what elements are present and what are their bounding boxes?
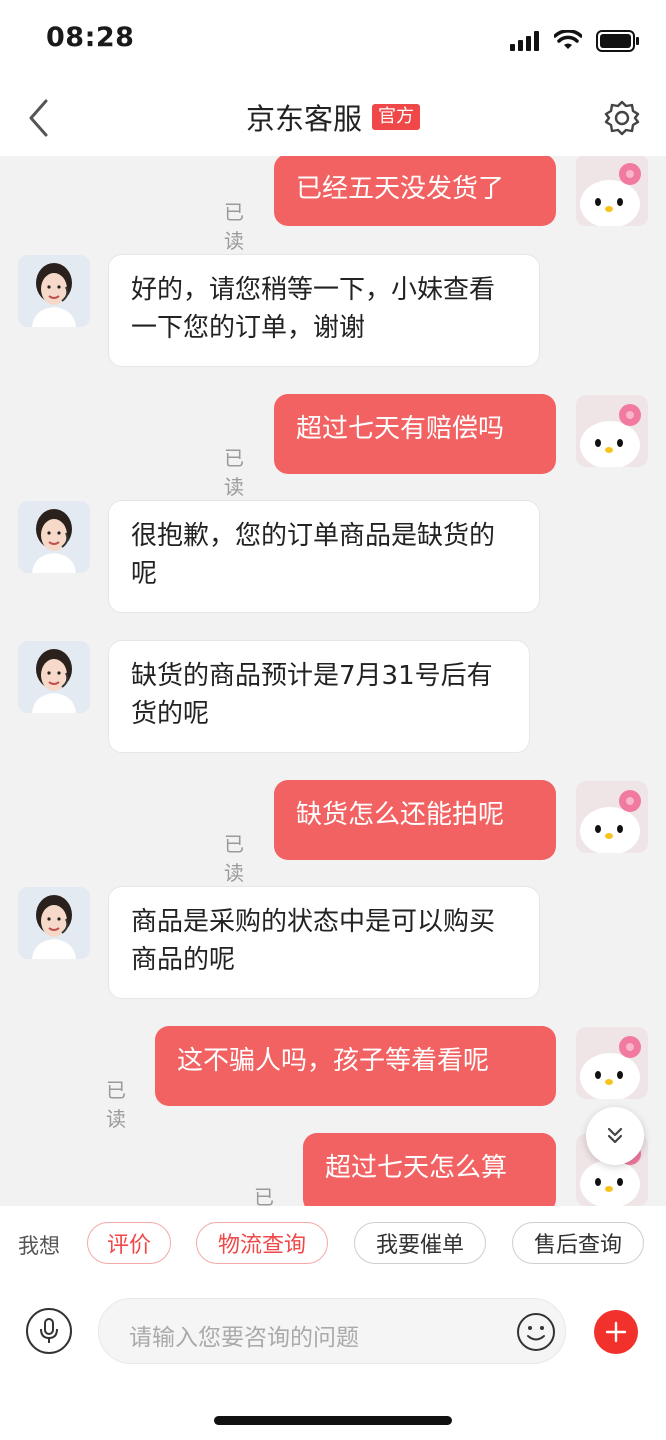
page-title: 京东客服 [245, 102, 362, 136]
quick-actions-bar: 我想 评价 物流查询 我要催单 售后查询 [0, 1206, 666, 1282]
home-indicator[interactable] [214, 1416, 452, 1425]
read-status: 已读 [106, 1078, 126, 1131]
agent-avatar[interactable] [18, 255, 90, 327]
read-status: 已读 [224, 200, 244, 253]
message-bubble[interactable]: 超过七天怎么算 [303, 1133, 556, 1206]
cellular-signal-icon [510, 31, 539, 51]
agent-avatar-icon [18, 887, 90, 959]
hello-kitty-avatar-icon [576, 395, 648, 467]
message-text: 好的，请您稍等一下，小妹查看一下您的订单，谢谢 [131, 275, 496, 343]
chip-after-sales-query[interactable]: 售后查询 [512, 1222, 644, 1264]
chip-label: 我要催单 [375, 1233, 464, 1258]
message-bubble[interactable]: 很抱歉，您的订单商品是缺货的呢 [108, 500, 540, 613]
agent-avatar-icon [18, 641, 90, 713]
plus-icon [605, 1321, 627, 1343]
hello-kitty-avatar-icon [576, 156, 648, 226]
scroll-to-bottom-button[interactable] [586, 1107, 644, 1165]
wifi-icon [554, 30, 582, 49]
message-text: 已经五天没发货了 [296, 174, 505, 204]
message-text: 商品是采购的状态中是可以购买商品的呢 [131, 907, 496, 975]
gear-icon [604, 100, 640, 136]
smiley-icon[interactable] [515, 1311, 557, 1353]
hello-kitty-avatar-icon [576, 1027, 648, 1099]
voice-input-button[interactable] [26, 1308, 72, 1354]
user-avatar[interactable] [576, 1027, 648, 1099]
chip-logistics-query[interactable]: 物流查询 [196, 1222, 328, 1264]
agent-avatar-icon [18, 501, 90, 573]
input-placeholder: 请输入您要咨询的问题 [129, 1325, 359, 1351]
microphone-icon [40, 1318, 58, 1343]
message-bubble[interactable]: 好的，请您稍等一下，小妹查看一下您的订单，谢谢 [108, 254, 540, 367]
read-status: 已读 [254, 1185, 274, 1206]
input-bar: 请输入您要咨询的问题 [0, 1282, 666, 1440]
status-icons [510, 28, 640, 54]
user-avatar[interactable] [576, 395, 648, 467]
message-bubble[interactable]: 商品是采购的状态中是可以购买商品的呢 [108, 886, 540, 999]
message-bubble[interactable]: 超过七天有赔偿吗 [274, 394, 556, 474]
title-group: 京东客服 官方 [0, 96, 666, 138]
chat-area[interactable]: 已经五天没发货了 已读 好的，请您稍等一下，小妹查看一下您的订单，谢谢 超过七天… [0, 156, 666, 1206]
message-bubble[interactable]: 已经五天没发货了 [274, 156, 556, 226]
read-status: 已读 [224, 832, 244, 885]
quick-actions-prefix: 我想 [18, 1234, 60, 1258]
chip-label: 评价 [106, 1233, 151, 1258]
more-actions-button[interactable] [594, 1310, 638, 1354]
agent-avatar[interactable] [18, 641, 90, 713]
nav-bar: 京东客服 官方 [0, 80, 666, 156]
battery-icon [596, 30, 639, 52]
chip-label: 物流查询 [217, 1233, 306, 1258]
user-avatar[interactable] [576, 156, 648, 226]
message-text: 超过七天怎么算 [325, 1153, 508, 1183]
message-bubble[interactable]: 这不骗人吗，孩子等着看呢 [155, 1026, 556, 1106]
chip-urge-order[interactable]: 我要催单 [354, 1222, 486, 1264]
message-text: 缺货怎么还能拍呢 [296, 800, 505, 830]
agent-avatar[interactable] [18, 501, 90, 573]
chip-review[interactable]: 评价 [87, 1222, 171, 1264]
status-bar: 08:28 [0, 0, 666, 80]
official-badge: 官方 [372, 104, 420, 130]
double-chevron-down-icon [607, 1127, 623, 1144]
read-status: 已读 [224, 446, 244, 499]
hello-kitty-avatar-icon [576, 781, 648, 853]
message-text: 缺货的商品预计是7月31号后有货的呢 [131, 661, 493, 729]
message-text: 很抱歉，您的订单商品是缺货的呢 [131, 521, 496, 589]
status-time: 08:28 [46, 22, 135, 53]
chip-label: 售后查询 [533, 1233, 622, 1258]
message-text: 这不骗人吗，孩子等着看呢 [177, 1046, 490, 1076]
message-bubble[interactable]: 缺货的商品预计是7月31号后有货的呢 [108, 640, 530, 753]
agent-avatar[interactable] [18, 887, 90, 959]
agent-avatar-icon [18, 255, 90, 327]
message-text: 超过七天有赔偿吗 [296, 414, 505, 444]
message-input[interactable]: 请输入您要咨询的问题 [98, 1298, 566, 1364]
message-bubble[interactable]: 缺货怎么还能拍呢 [274, 780, 556, 860]
user-avatar[interactable] [576, 781, 648, 853]
settings-button[interactable] [600, 96, 644, 140]
